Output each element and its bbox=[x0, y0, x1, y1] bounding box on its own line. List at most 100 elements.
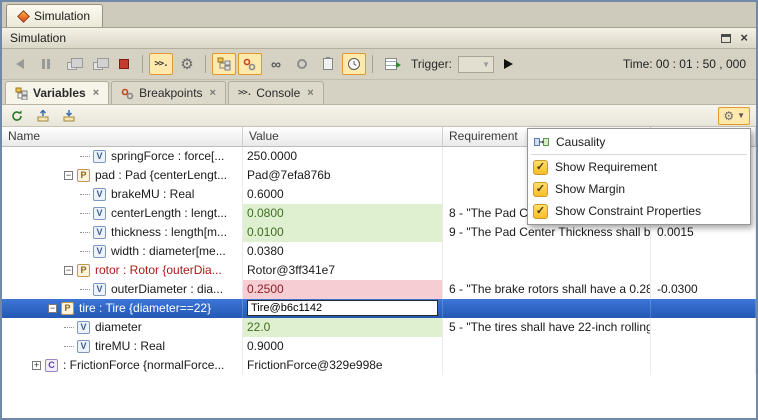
step-back-button[interactable] bbox=[8, 53, 32, 75]
row-name-label: width : diameter[me... bbox=[111, 242, 226, 261]
causality-icon bbox=[533, 136, 549, 148]
table-options-button[interactable]: ⚙ ▼ bbox=[718, 107, 750, 125]
menu-item-show-requirement[interactable]: ✓ Show Requirement bbox=[528, 156, 750, 178]
clock-toggle-button[interactable] bbox=[342, 53, 366, 75]
row-name-cell[interactable]: VtireMU : Real bbox=[2, 337, 243, 356]
tab-variables[interactable]: Variables × bbox=[5, 81, 109, 104]
table-row[interactable]: VouterDiameter : dia...0.25006 - "The br… bbox=[2, 280, 756, 299]
options-button[interactable]: ⚙ bbox=[175, 53, 199, 75]
row-requirement-cell bbox=[443, 356, 651, 375]
column-header-value[interactable]: Value bbox=[243, 127, 443, 147]
row-name-label: thickness : length[m... bbox=[111, 223, 227, 242]
refresh-button[interactable] bbox=[8, 107, 26, 125]
simulation-toolbar: >>. ⚙ ∞ Trigger: ▼ Time: 00 : 01 : 50 , … bbox=[2, 49, 756, 80]
toolbar-separator bbox=[142, 55, 143, 73]
menu-item-label: Causality bbox=[556, 135, 605, 149]
table-row[interactable]: Vwidth : diameter[me...0.0380 bbox=[2, 242, 756, 261]
row-margin-cell bbox=[651, 356, 756, 375]
row-name-cell[interactable]: VspringForce : force[... bbox=[2, 147, 243, 166]
document-tab-bar: Simulation bbox=[2, 2, 756, 28]
row-name-cell[interactable]: Vthickness : length[m... bbox=[2, 223, 243, 242]
table-row[interactable]: −Protor : Rotor {outerDia...Rotor@3ff341… bbox=[2, 261, 756, 280]
close-tab-icon[interactable]: × bbox=[210, 87, 216, 99]
tab-breakpoints[interactable]: Breakpoints × bbox=[111, 81, 226, 104]
infinity-icon: ∞ bbox=[271, 57, 281, 71]
terminate-button[interactable] bbox=[112, 53, 136, 75]
table-row[interactable]: −Ptire : Tire {diameter==22}Tire@b6c1142 bbox=[2, 299, 756, 318]
row-name-cell[interactable]: +C: FrictionForce {normalForce... bbox=[2, 356, 243, 375]
table-row[interactable]: Vthickness : length[m...0.01009 - "The P… bbox=[2, 223, 756, 242]
row-value-cell[interactable]: FrictionForce@329e998e bbox=[243, 356, 443, 375]
row-name-label: outerDiameter : dia... bbox=[111, 280, 223, 299]
collapse-icon[interactable]: − bbox=[48, 304, 57, 313]
table-row[interactable]: Vdiameter22.05 - "The tires shall have 2… bbox=[2, 318, 756, 337]
menu-item-show-margin[interactable]: ✓ Show Margin bbox=[528, 178, 750, 200]
row-value-cell[interactable]: 250.0000 bbox=[243, 147, 443, 166]
infinity-button[interactable]: ∞ bbox=[264, 53, 288, 75]
tab-label: Variables bbox=[33, 86, 86, 100]
time-label: Time: 00 : 01 : 50 , 000 bbox=[623, 57, 750, 71]
tree-line bbox=[80, 251, 90, 252]
menu-item-causality[interactable]: Causality bbox=[528, 131, 750, 153]
close-tab-icon[interactable]: × bbox=[93, 87, 99, 99]
expand-icon[interactable]: + bbox=[32, 361, 41, 370]
row-margin-cell bbox=[651, 299, 756, 318]
export-instance-button[interactable] bbox=[34, 107, 52, 125]
row-value-cell[interactable]: Pad@7efa876b bbox=[243, 166, 443, 185]
windows-icon bbox=[67, 62, 77, 70]
tree-line bbox=[80, 194, 90, 195]
row-value-cell[interactable]: 0.6000 bbox=[243, 185, 443, 204]
row-requirement-cell bbox=[443, 261, 651, 280]
animation-button[interactable] bbox=[290, 53, 314, 75]
table-row[interactable]: +C: FrictionForce {normalForce...Frictio… bbox=[2, 356, 756, 375]
tab-simulation-document[interactable]: Simulation bbox=[6, 4, 103, 27]
tab-console[interactable]: >>. Console × bbox=[228, 81, 324, 104]
collapse-icon[interactable]: − bbox=[64, 171, 73, 180]
export-log-button[interactable] bbox=[379, 53, 403, 75]
row-name-cell[interactable]: Vwidth : diameter[me... bbox=[2, 242, 243, 261]
ring-icon bbox=[297, 59, 307, 69]
column-header-name[interactable]: Name bbox=[2, 127, 243, 147]
row-value-cell[interactable]: 0.2500 bbox=[243, 280, 443, 299]
export-html-button[interactable] bbox=[60, 107, 78, 125]
row-name-cell[interactable]: VouterDiameter : dia... bbox=[2, 280, 243, 299]
row-value-cell[interactable]: 0.0380 bbox=[243, 242, 443, 261]
row-value-cell[interactable]: Rotor@3ff341e7 bbox=[243, 261, 443, 280]
menu-item-show-constraint-properties[interactable]: ✓ Show Constraint Properties bbox=[528, 200, 750, 222]
row-value-cell[interactable]: 0.0800 bbox=[243, 204, 443, 223]
record-button[interactable] bbox=[316, 53, 340, 75]
row-name-cell[interactable]: −Protor : Rotor {outerDia... bbox=[2, 261, 243, 280]
row-name-cell[interactable]: VbrakeMU : Real bbox=[2, 185, 243, 204]
row-name-cell[interactable]: VcenterLength : lengt... bbox=[2, 204, 243, 223]
collapse-icon[interactable]: − bbox=[64, 266, 73, 275]
row-name-cell[interactable]: Vdiameter bbox=[2, 318, 243, 337]
value-editor-field[interactable]: Tire@b6c1142 bbox=[247, 300, 438, 316]
console-toggle-button[interactable]: >>. bbox=[149, 53, 173, 75]
row-name-cell[interactable]: −Ppad : Pad {centerLengt... bbox=[2, 166, 243, 185]
close-tab-icon[interactable]: × bbox=[307, 87, 313, 99]
row-value-cell[interactable]: 0.9000 bbox=[243, 337, 443, 356]
float-window-icon[interactable] bbox=[721, 34, 731, 43]
simulation-window: Simulation Simulation × >>. ⚙ ∞ bbox=[0, 0, 758, 420]
row-name-label: tireMU : Real bbox=[95, 337, 165, 356]
trigger-dropdown[interactable]: ▼ bbox=[458, 56, 494, 73]
row-margin-cell bbox=[651, 337, 756, 356]
resume-all-button[interactable] bbox=[60, 53, 84, 75]
value-property-icon: V bbox=[93, 245, 106, 258]
table-row[interactable]: VtireMU : Real0.9000 bbox=[2, 337, 756, 356]
overflow-arrow-icon[interactable] bbox=[504, 59, 513, 69]
tab-label: Console bbox=[256, 86, 300, 100]
row-value-cell[interactable]: 0.0100 bbox=[243, 223, 443, 242]
value-property-icon: V bbox=[93, 207, 106, 220]
close-icon[interactable]: × bbox=[740, 33, 748, 43]
row-value-cell[interactable]: 22.0 bbox=[243, 318, 443, 337]
chevron-down-icon: ▼ bbox=[737, 111, 745, 120]
breakpoints-toggle-button[interactable] bbox=[238, 53, 262, 75]
variables-toggle-button[interactable] bbox=[212, 53, 236, 75]
row-value-cell[interactable]: Tire@b6c1142 bbox=[243, 299, 443, 318]
value-property-icon: V bbox=[93, 188, 106, 201]
pause-button[interactable] bbox=[34, 53, 58, 75]
row-name-cell[interactable]: −Ptire : Tire {diameter==22} bbox=[2, 299, 243, 318]
suspend-all-button[interactable] bbox=[86, 53, 110, 75]
variables-tree-icon bbox=[15, 87, 28, 100]
